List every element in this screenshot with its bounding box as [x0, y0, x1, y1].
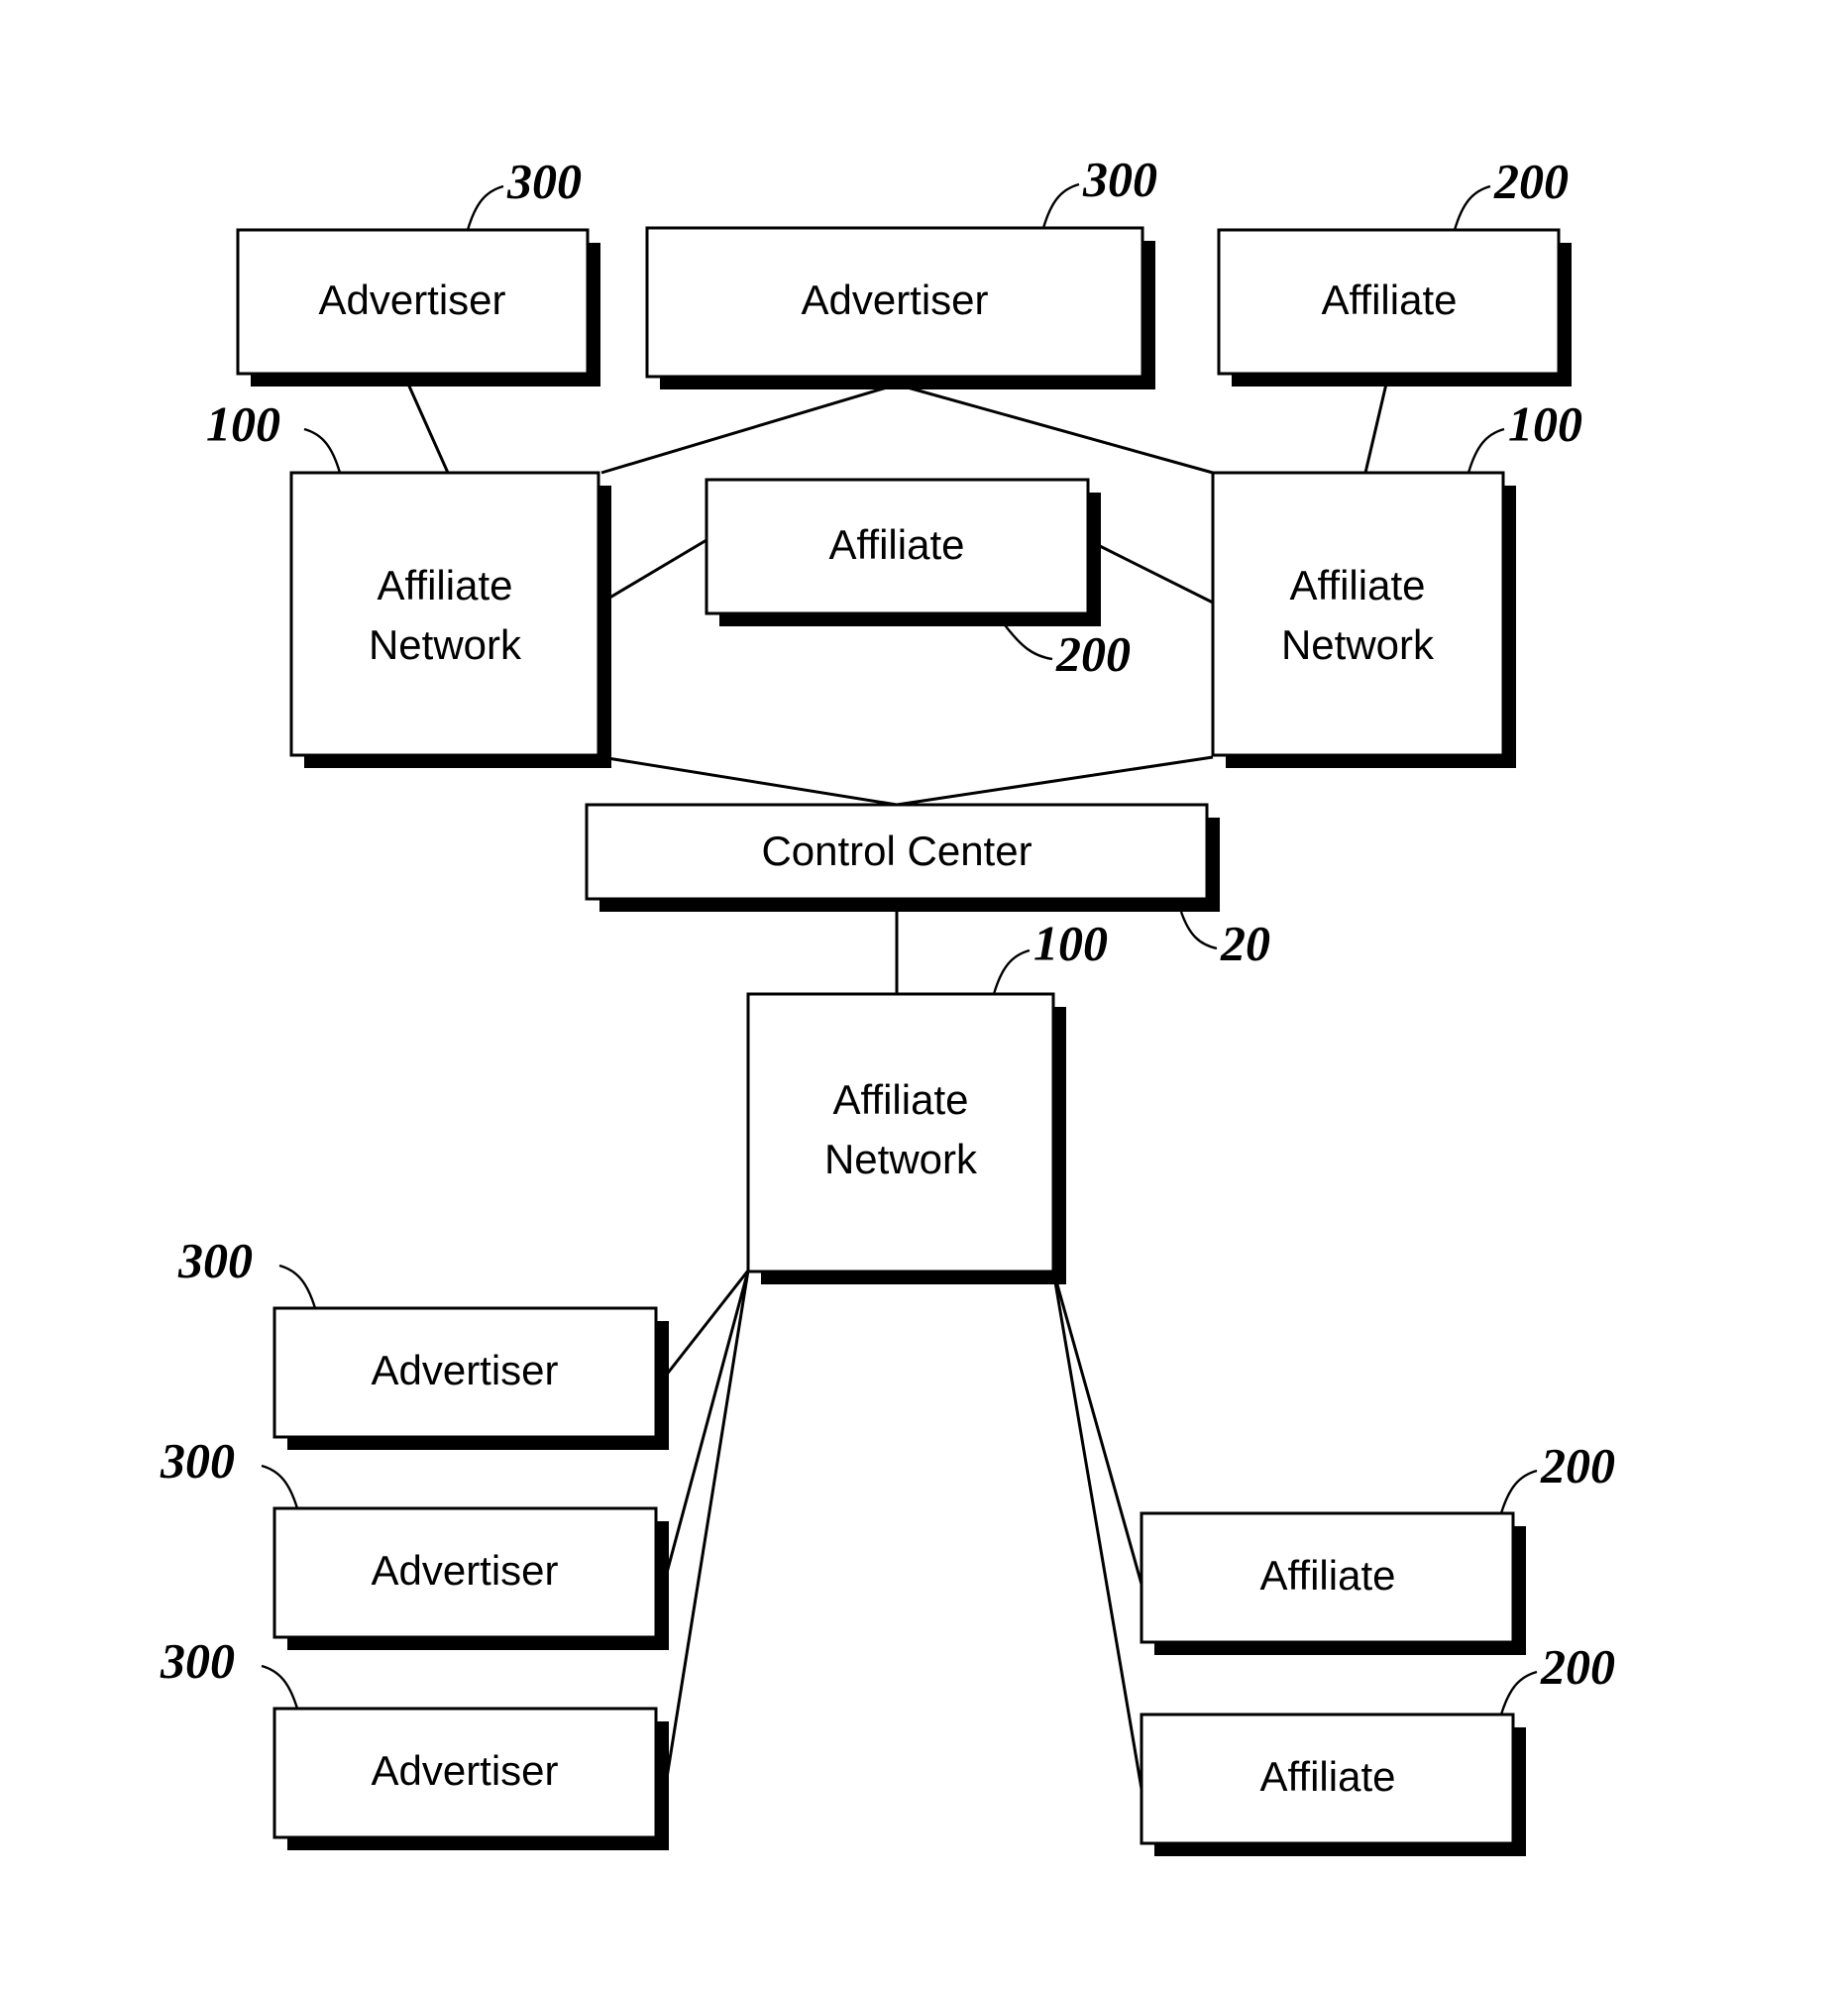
connector-aff-right-to-network-right — [1363, 379, 1389, 474]
ref-bottom-affiliate-1: 200 — [1499, 1437, 1615, 1514]
box-outline — [289, 471, 600, 757]
connector-adv-center-to-network-left — [600, 383, 898, 475]
ref-network-left: 100 — [206, 395, 342, 474]
node-top-affiliate-right[interactable]: Affiliate — [1217, 228, 1572, 387]
ref-bottom-advertiser-2: 300 — [160, 1432, 299, 1509]
box-outline — [746, 992, 1055, 1273]
node-network-left[interactable]: Affiliate Network — [289, 471, 611, 768]
ref-numeral: 200 — [1055, 625, 1131, 681]
ref-numeral: 300 — [506, 153, 582, 208]
node-label: Advertiser — [318, 277, 505, 323]
diagram-canvas: Advertiser Advertiser Affiliate Affiliat… — [160, 151, 1615, 1856]
patent-figure: Advertiser Advertiser Affiliate Affiliat… — [0, 0, 1848, 1991]
leader-line — [1499, 1469, 1538, 1514]
leader-line — [1179, 911, 1218, 950]
node-label: Affiliate — [1260, 1753, 1396, 1800]
ref-top-advertiser-center: 300 — [1041, 151, 1157, 229]
node-label: Affiliate — [829, 521, 965, 568]
ref-numeral: 300 — [177, 1232, 253, 1287]
leader-line — [1002, 621, 1053, 661]
leader-line — [303, 427, 342, 474]
node-label-line1: Affiliate — [833, 1076, 969, 1123]
ref-middle-affiliate: 200 — [1002, 621, 1131, 681]
leader-line — [466, 184, 504, 231]
ref-network-bottom: 100 — [992, 915, 1108, 995]
ref-top-affiliate-right: 200 — [1453, 153, 1569, 231]
leader-line — [1467, 427, 1505, 474]
node-label-line1: Affiliate — [378, 562, 513, 608]
node-label-line2: Network — [1281, 621, 1435, 668]
leader-line — [261, 1664, 299, 1710]
node-bottom-affiliate-1[interactable]: Affiliate — [1140, 1511, 1526, 1655]
ref-numeral: 200 — [1540, 1638, 1615, 1694]
leader-line — [1499, 1670, 1538, 1715]
node-label-line2: Network — [369, 621, 522, 668]
node-network-right[interactable]: Affiliate Network — [1211, 471, 1516, 768]
node-label: Advertiser — [371, 1547, 558, 1594]
node-bottom-affiliate-2[interactable]: Affiliate — [1140, 1713, 1526, 1856]
node-middle-affiliate[interactable]: Affiliate — [705, 478, 1101, 626]
connector-mid-affiliate-to-network-left — [600, 538, 707, 605]
ref-bottom-advertiser-3: 300 — [160, 1632, 299, 1710]
connector-adv-left-to-network-left — [404, 379, 450, 474]
connector-network-bottom-to-affiliate-2 — [1051, 1270, 1143, 1790]
node-bottom-advertiser-2[interactable]: Advertiser — [272, 1506, 669, 1650]
ref-top-advertiser-left: 300 — [466, 153, 582, 231]
connector-network-bottom-to-advertiser-1 — [660, 1270, 750, 1382]
box-outline — [1211, 471, 1505, 757]
connector-network-left-to-control-center — [600, 755, 898, 807]
ref-numeral: 100 — [206, 395, 280, 451]
node-bottom-advertiser-1[interactable]: Advertiser — [272, 1306, 669, 1450]
node-bottom-advertiser-3[interactable]: Advertiser — [272, 1707, 669, 1850]
leader-line — [261, 1464, 299, 1509]
leader-line — [992, 948, 1031, 995]
ref-numeral: 300 — [160, 1632, 235, 1688]
node-label: Advertiser — [371, 1347, 558, 1393]
ref-numeral: 200 — [1493, 153, 1569, 208]
node-label-line1: Affiliate — [1290, 562, 1426, 608]
connector-adv-center-to-network-right — [896, 383, 1214, 475]
ref-numeral: 300 — [1082, 151, 1157, 206]
ref-network-right: 100 — [1467, 395, 1582, 474]
ref-bottom-advertiser-1: 300 — [177, 1232, 317, 1309]
connector-mid-affiliate-to-network-right — [1087, 538, 1214, 605]
ref-control-center: 20 — [1179, 911, 1270, 970]
node-label: Affiliate — [1260, 1552, 1396, 1599]
node-label: Control Center — [761, 828, 1032, 874]
connector-network-right-to-control-center — [896, 755, 1214, 807]
ref-numeral: 100 — [1508, 395, 1582, 451]
node-label: Advertiser — [801, 277, 988, 323]
ref-numeral: 20 — [1220, 915, 1270, 970]
node-label-line2: Network — [824, 1136, 978, 1182]
node-network-bottom[interactable]: Affiliate Network — [746, 992, 1066, 1284]
node-control-center[interactable]: Control Center — [585, 803, 1220, 912]
node-top-advertiser-left[interactable]: Advertiser — [236, 228, 600, 387]
leader-line — [1041, 182, 1080, 229]
node-label: Advertiser — [371, 1747, 558, 1794]
leader-line — [278, 1264, 317, 1309]
ref-numeral: 200 — [1540, 1437, 1615, 1493]
ref-numeral: 300 — [160, 1432, 235, 1488]
ref-numeral: 100 — [1033, 915, 1108, 970]
leader-line — [1453, 184, 1491, 231]
node-label: Affiliate — [1322, 277, 1458, 323]
node-top-advertiser-center[interactable]: Advertiser — [645, 226, 1155, 389]
